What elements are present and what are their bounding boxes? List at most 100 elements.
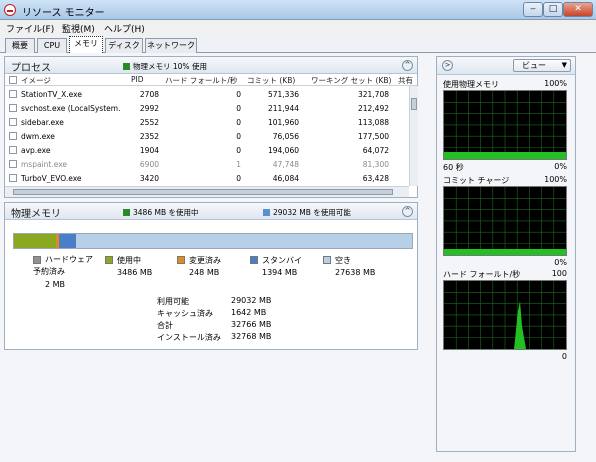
minimize-button[interactable]: ‒	[523, 2, 543, 17]
col-shared[interactable]: 共有	[398, 75, 413, 86]
memory-stat-label: 利用可能	[157, 297, 189, 306]
process-horizontal-scrollbar[interactable]	[5, 186, 409, 197]
process-working-set: 63,428	[362, 174, 389, 183]
close-button[interactable]: ✕	[563, 2, 593, 17]
graph-title: 使用物理メモリ	[443, 80, 499, 89]
process-image: TurboV_EVO.exe	[21, 174, 82, 183]
memory-usage-bar	[13, 233, 413, 249]
process-row[interactable]: sidebar.exe 2552 0 101,960 113,088	[5, 115, 415, 129]
process-row[interactable]: mspaint.exe 6900 1 47,748 81,300	[5, 157, 415, 171]
process-image: StationTV_X.exe	[21, 90, 82, 99]
legend-label: 空き	[335, 256, 351, 265]
process-row[interactable]: TurboV_EVO.exe 3420 0 46,084 63,428	[5, 171, 415, 185]
legend-value: 248 MB	[189, 268, 220, 277]
memory-in-use-text: 3486 MB を使用中	[133, 208, 199, 217]
memory-stat-label: インストール済み	[157, 333, 221, 342]
process-commit: 46,084	[272, 174, 299, 183]
physical-memory-panel: 物理メモリ 3486 MB を使用中 29032 MB を使用可能 ^ ハードウ…	[4, 202, 418, 350]
process-row[interactable]: dwm.exe 2352 0 76,056 177,500	[5, 129, 415, 143]
tab-overview[interactable]: 概要	[5, 38, 35, 53]
memory-available-summary: 29032 MB を使用可能	[263, 207, 351, 218]
physical-memory-panel-title: 物理メモリ	[11, 209, 61, 220]
process-hard-faults: 0	[236, 174, 241, 183]
col-working-set[interactable]: ワーキング セット (KB)	[311, 75, 391, 86]
process-commit: 76,056	[272, 132, 299, 141]
process-row-checkbox[interactable]	[9, 90, 17, 98]
legend-swatch	[105, 256, 113, 264]
legend-label: 変更済み	[189, 256, 221, 265]
graph-canvas	[443, 186, 567, 256]
process-working-set: 81,300	[362, 160, 389, 169]
process-vertical-scrollbar[interactable]	[409, 86, 418, 186]
physical-memory-color-swatch	[123, 63, 130, 70]
memory-available-text: 29032 MB を使用可能	[273, 208, 351, 217]
tab-bar: 概要 CPU メモリ ディスク ネットワーク	[0, 35, 596, 53]
tab-cpu[interactable]: CPU	[37, 38, 67, 53]
process-working-set: 64,072	[362, 146, 389, 155]
select-all-checkbox[interactable]	[9, 76, 17, 84]
expand-side-pane-icon[interactable]: >	[442, 60, 453, 71]
process-panel: プロセス 物理メモリ 10% 使用 ^ イメージ PID ハード フォールト/秒…	[4, 56, 418, 198]
process-panel-header[interactable]: プロセス 物理メモリ 10% 使用 ^	[5, 57, 417, 74]
legend-swatch	[177, 256, 185, 264]
menu-monitor[interactable]: 監視(M)	[62, 22, 95, 35]
process-summary: 物理メモリ 10% 使用	[123, 61, 207, 72]
graph-time-label: 60 秒	[443, 163, 464, 172]
process-row-checkbox[interactable]	[9, 118, 17, 126]
tab-network[interactable]: ネットワーク	[145, 38, 197, 53]
process-hard-faults: 0	[236, 146, 241, 155]
process-panel-title: プロセス	[11, 63, 51, 74]
menu-help[interactable]: ヘルプ(H)	[104, 22, 145, 35]
process-hard-faults: 0	[236, 132, 241, 141]
process-hard-faults: 1	[236, 160, 241, 169]
tab-disk[interactable]: ディスク	[105, 38, 143, 53]
process-column-header: イメージ PID ハード フォールト/秒 コミット (KB) ワーキング セット…	[5, 74, 417, 86]
process-pid: 2992	[139, 104, 159, 113]
resource-monitor-window: リソース モニター ‒ □ ✕ ファイル(F) 監視(M) ヘルプ(H) 概要 …	[0, 0, 596, 462]
graph-title: ハード フォールト/秒	[443, 270, 521, 279]
maximize-button[interactable]: □	[543, 2, 563, 17]
process-working-set: 113,088	[357, 118, 389, 127]
process-row-checkbox[interactable]	[9, 132, 17, 140]
memory-stat-value: 32768 MB	[231, 332, 272, 341]
menu-file[interactable]: ファイル(F)	[6, 22, 54, 35]
process-hard-faults: 0	[236, 90, 241, 99]
available-color-swatch	[263, 209, 270, 216]
horizontal-scroll-thumb[interactable]	[13, 189, 393, 195]
process-working-set: 212,492	[357, 104, 389, 113]
process-image: sidebar.exe	[21, 118, 64, 127]
view-button[interactable]: ビュー ▼	[513, 59, 571, 72]
title-bar[interactable]: リソース モニター ‒ □ ✕	[0, 0, 596, 20]
physical-memory-panel-header[interactable]: 物理メモリ 3486 MB を使用中 29032 MB を使用可能 ^	[5, 203, 417, 220]
col-commit[interactable]: コミット (KB)	[247, 75, 295, 86]
process-working-set: 177,500	[357, 132, 389, 141]
collapse-process-panel-icon[interactable]: ^	[402, 60, 413, 71]
window-title: リソース モニター	[22, 8, 105, 19]
tab-memory[interactable]: メモリ	[69, 36, 103, 53]
col-image[interactable]: イメージ	[21, 75, 51, 86]
process-image: mspaint.exe	[21, 160, 68, 169]
process-row-checkbox[interactable]	[9, 104, 17, 112]
col-hard-faults[interactable]: ハード フォールト/秒	[165, 75, 237, 86]
process-row[interactable]: svchost.exe (LocalSystem... 2992 0 211,944 2…	[5, 101, 415, 115]
vertical-scroll-thumb[interactable]	[411, 98, 417, 110]
col-pid[interactable]: PID	[131, 75, 144, 84]
side-graph-pane: > ビュー ▼ 使用物理メモリ 100% 60 秒 0% コミット チャージ 100% 0%…	[436, 56, 576, 452]
process-image: avp.exe	[21, 146, 51, 155]
process-row-checkbox[interactable]	[9, 160, 17, 168]
process-row-checkbox[interactable]	[9, 146, 17, 154]
legend-swatch	[250, 256, 258, 264]
process-summary-text: 物理メモリ 10% 使用	[133, 62, 207, 71]
process-row[interactable]: StationTV_X.exe 2708 0 571,336 321,708	[5, 87, 415, 101]
process-commit: 47,748	[272, 160, 299, 169]
legend-label: ハードウェア予約済み	[33, 255, 93, 276]
process-hard-faults: 0	[236, 104, 241, 113]
graph-canvas	[443, 90, 567, 160]
process-row[interactable]: avp.exe 1904 0 194,060 64,072	[5, 143, 415, 157]
memory-stat-value: 1642 MB	[231, 308, 267, 317]
collapse-memory-panel-icon[interactable]: ^	[402, 206, 413, 217]
free-segment	[76, 234, 412, 248]
process-pid: 2708	[139, 90, 159, 99]
process-commit: 101,960	[267, 118, 299, 127]
process-row-checkbox[interactable]	[9, 174, 17, 182]
